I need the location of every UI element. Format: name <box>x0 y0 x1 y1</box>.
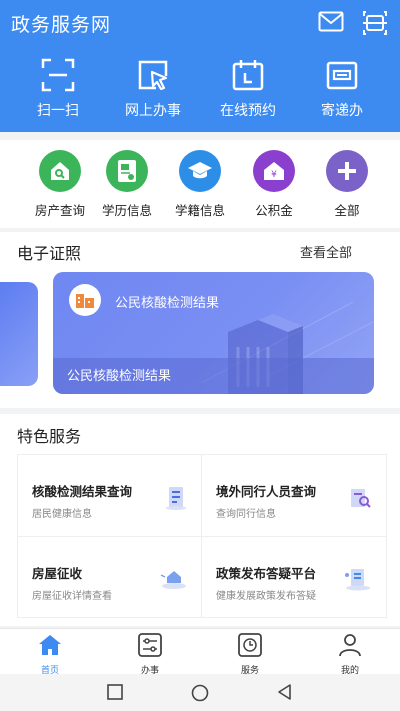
e-certificate-section: 电子证照 查看全部 公民核酸检测结果 公民核酸检测结果 <box>0 232 400 408</box>
app-title: 政务服务网 <box>11 14 112 36</box>
mailbox-icon <box>326 61 358 90</box>
yuan-house-icon: ¥ <box>253 150 295 192</box>
quick-action-label: 网上办事 <box>125 103 181 119</box>
service-subtitle: 房屋征收详情查看 <box>32 591 112 602</box>
quick-action-online-service[interactable]: 网上办事 <box>103 58 203 128</box>
category-house[interactable]: 房产查询 <box>22 150 98 219</box>
special-services-section: 特色服务 核酸检测结果查询 居民健康信息 境外同行人员查询 查询同行信息 房屋征… <box>0 414 400 626</box>
category-education[interactable]: 学历信息 <box>89 150 165 219</box>
grid-divider <box>18 536 386 537</box>
calendar-icon <box>232 60 264 91</box>
app-header: 政务服务网 扫一扫 网上办事 在线预约 寄递办 <box>0 0 400 132</box>
policy-document-icon <box>345 569 370 591</box>
certificate-icon <box>106 150 148 192</box>
certificate-footer-text: 公民核酸检测结果 <box>67 369 172 384</box>
service-subtitle: 查询同行信息 <box>216 509 276 520</box>
graduation-cap-icon <box>179 150 221 192</box>
services-grid: 核酸检测结果查询 居民健康信息 境外同行人员查询 查询同行信息 房屋征收 房屋征… <box>17 454 387 618</box>
quick-action-booking[interactable]: 在线预约 <box>198 58 298 128</box>
recent-apps-icon[interactable] <box>106 683 124 701</box>
previous-certificate-card[interactable] <box>0 282 38 386</box>
tab-services-handling[interactable]: 办事 <box>110 633 190 676</box>
service-overseas-contacts[interactable]: 境外同行人员查询 查询同行信息 <box>202 455 385 536</box>
quick-action-label: 扫一扫 <box>37 103 79 119</box>
quick-action-label: 寄递办 <box>321 103 363 119</box>
system-navigation-bar <box>0 674 400 711</box>
section-title: 特色服务 <box>17 427 82 446</box>
service-subtitle: 健康发展政策发布答疑 <box>216 591 316 602</box>
category-housing-fund[interactable]: ¥ 公积金 <box>236 150 312 219</box>
see-all-link[interactable]: 查看全部 <box>300 242 352 261</box>
service-policy-qa[interactable]: 政策发布答疑平台 健康发展政策发布答疑 <box>202 537 385 618</box>
service-house-expropriation[interactable]: 房屋征收 房屋征收详情查看 <box>18 537 201 618</box>
scan-frame-icon[interactable] <box>362 11 388 35</box>
service-title: 房屋征收 <box>32 566 83 581</box>
quick-action-scan[interactable]: 扫一扫 <box>8 58 108 128</box>
category-label: 房产查询 <box>34 203 85 218</box>
certificate-title: 公民核酸检测结果 <box>115 296 220 311</box>
mail-icon[interactable] <box>318 11 344 35</box>
section-title: 电子证照 <box>17 244 82 263</box>
category-label: 全部 <box>334 203 360 218</box>
category-all[interactable]: 全部 <box>309 150 385 219</box>
search-document-icon <box>351 489 371 508</box>
user-icon <box>339 634 361 657</box>
home-icon <box>39 635 61 655</box>
report-scan-icon <box>166 487 186 510</box>
building-icon <box>69 284 101 316</box>
certificate-card[interactable]: 公民核酸检测结果 公民核酸检测结果 <box>53 272 374 394</box>
home-circle-icon[interactable] <box>190 683 210 703</box>
quick-action-label: 在线预约 <box>220 103 276 119</box>
category-label: 公积金 <box>255 203 293 218</box>
house-icon <box>39 150 81 192</box>
category-label: 学籍信息 <box>174 203 225 218</box>
tab-profile[interactable]: 我的 <box>310 633 390 676</box>
category-student-status[interactable]: 学籍信息 <box>162 150 238 219</box>
service-subtitle: 居民健康信息 <box>32 509 92 520</box>
service-nucleic-test[interactable]: 核酸检测结果查询 居民健康信息 <box>18 455 201 536</box>
tab-home[interactable]: 首页 <box>10 633 90 676</box>
bottom-tab-bar: 首页 办事 服务 我的 <box>0 628 400 676</box>
house-platform-icon <box>160 571 186 589</box>
cursor-window-icon <box>138 60 168 91</box>
category-label: 学历信息 <box>101 203 152 218</box>
svg-text:¥: ¥ <box>271 170 277 180</box>
sliders-icon <box>138 633 162 657</box>
scan-icon <box>41 58 75 92</box>
plus-icon <box>326 150 368 192</box>
back-triangle-icon[interactable] <box>276 683 294 701</box>
clock-card-icon <box>238 633 262 657</box>
service-title: 核酸检测结果查询 <box>32 484 133 499</box>
service-title: 政策发布答疑平台 <box>216 566 317 581</box>
tab-service[interactable]: 服务 <box>210 633 290 676</box>
category-row: 房产查询 学历信息 学籍信息 ¥ 公积金 全部 <box>0 140 400 228</box>
quick-action-mail-service[interactable]: 寄递办 <box>292 58 392 128</box>
service-title: 境外同行人员查询 <box>216 484 317 499</box>
